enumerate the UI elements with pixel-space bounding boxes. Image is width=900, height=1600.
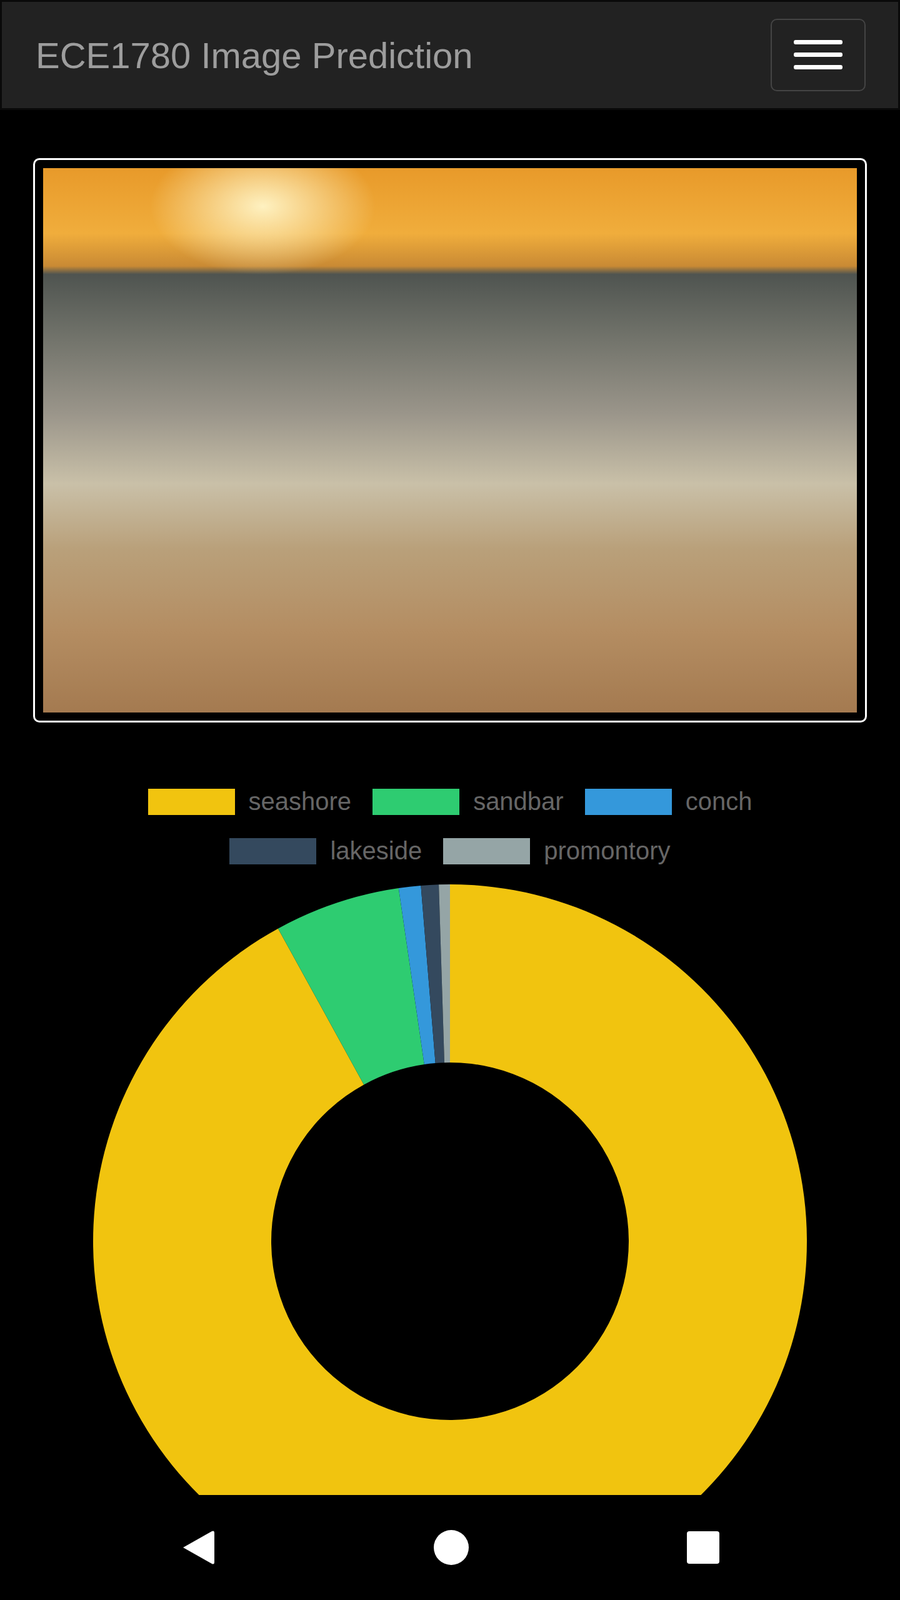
navbar: ECE1780 Image Prediction — [0, 0, 900, 110]
legend-item[interactable]: sandbar — [372, 787, 564, 816]
content: seashore sandbar conch lakeside promontory — [0, 110, 900, 1495]
image-frame — [33, 158, 867, 723]
legend-swatch — [229, 838, 317, 865]
legend-label: conch — [685, 787, 753, 816]
chart-segment[interactable] — [93, 884, 807, 1495]
legend-item[interactable]: seashore — [148, 787, 352, 816]
legend-swatch — [372, 788, 460, 815]
beach-photo — [43, 168, 857, 713]
chart-segment[interactable] — [438, 884, 450, 1063]
app-title[interactable]: ECE1780 Image Prediction — [35, 34, 474, 77]
chart-legend: seashore sandbar conch lakeside promontory — [118, 787, 782, 865]
back-icon[interactable] — [179, 1527, 217, 1568]
legend-item[interactable]: conch — [585, 787, 753, 816]
doughnut-chart — [0, 870, 900, 1495]
legend-item[interactable]: promontory — [443, 836, 670, 865]
legend-label: promontory — [543, 836, 670, 865]
legend-label: sandbar — [473, 787, 564, 816]
menu-button[interactable] — [770, 18, 866, 92]
system-nav-bar — [0, 1495, 900, 1600]
legend-swatch — [148, 788, 235, 815]
legend-swatch — [443, 838, 530, 865]
chart-segment[interactable] — [278, 888, 425, 1085]
home-icon[interactable] — [432, 1528, 470, 1567]
legend-item[interactable]: lakeside — [229, 836, 422, 865]
recents-icon[interactable] — [685, 1530, 721, 1565]
hamburger-icon — [793, 38, 843, 72]
app-screen: ECE1780 Image Prediction seashore sandbar c… — [0, 0, 900, 1600]
legend-label: seashore — [248, 787, 352, 816]
legend-swatch — [585, 788, 672, 815]
legend-label: lakeside — [330, 836, 422, 865]
